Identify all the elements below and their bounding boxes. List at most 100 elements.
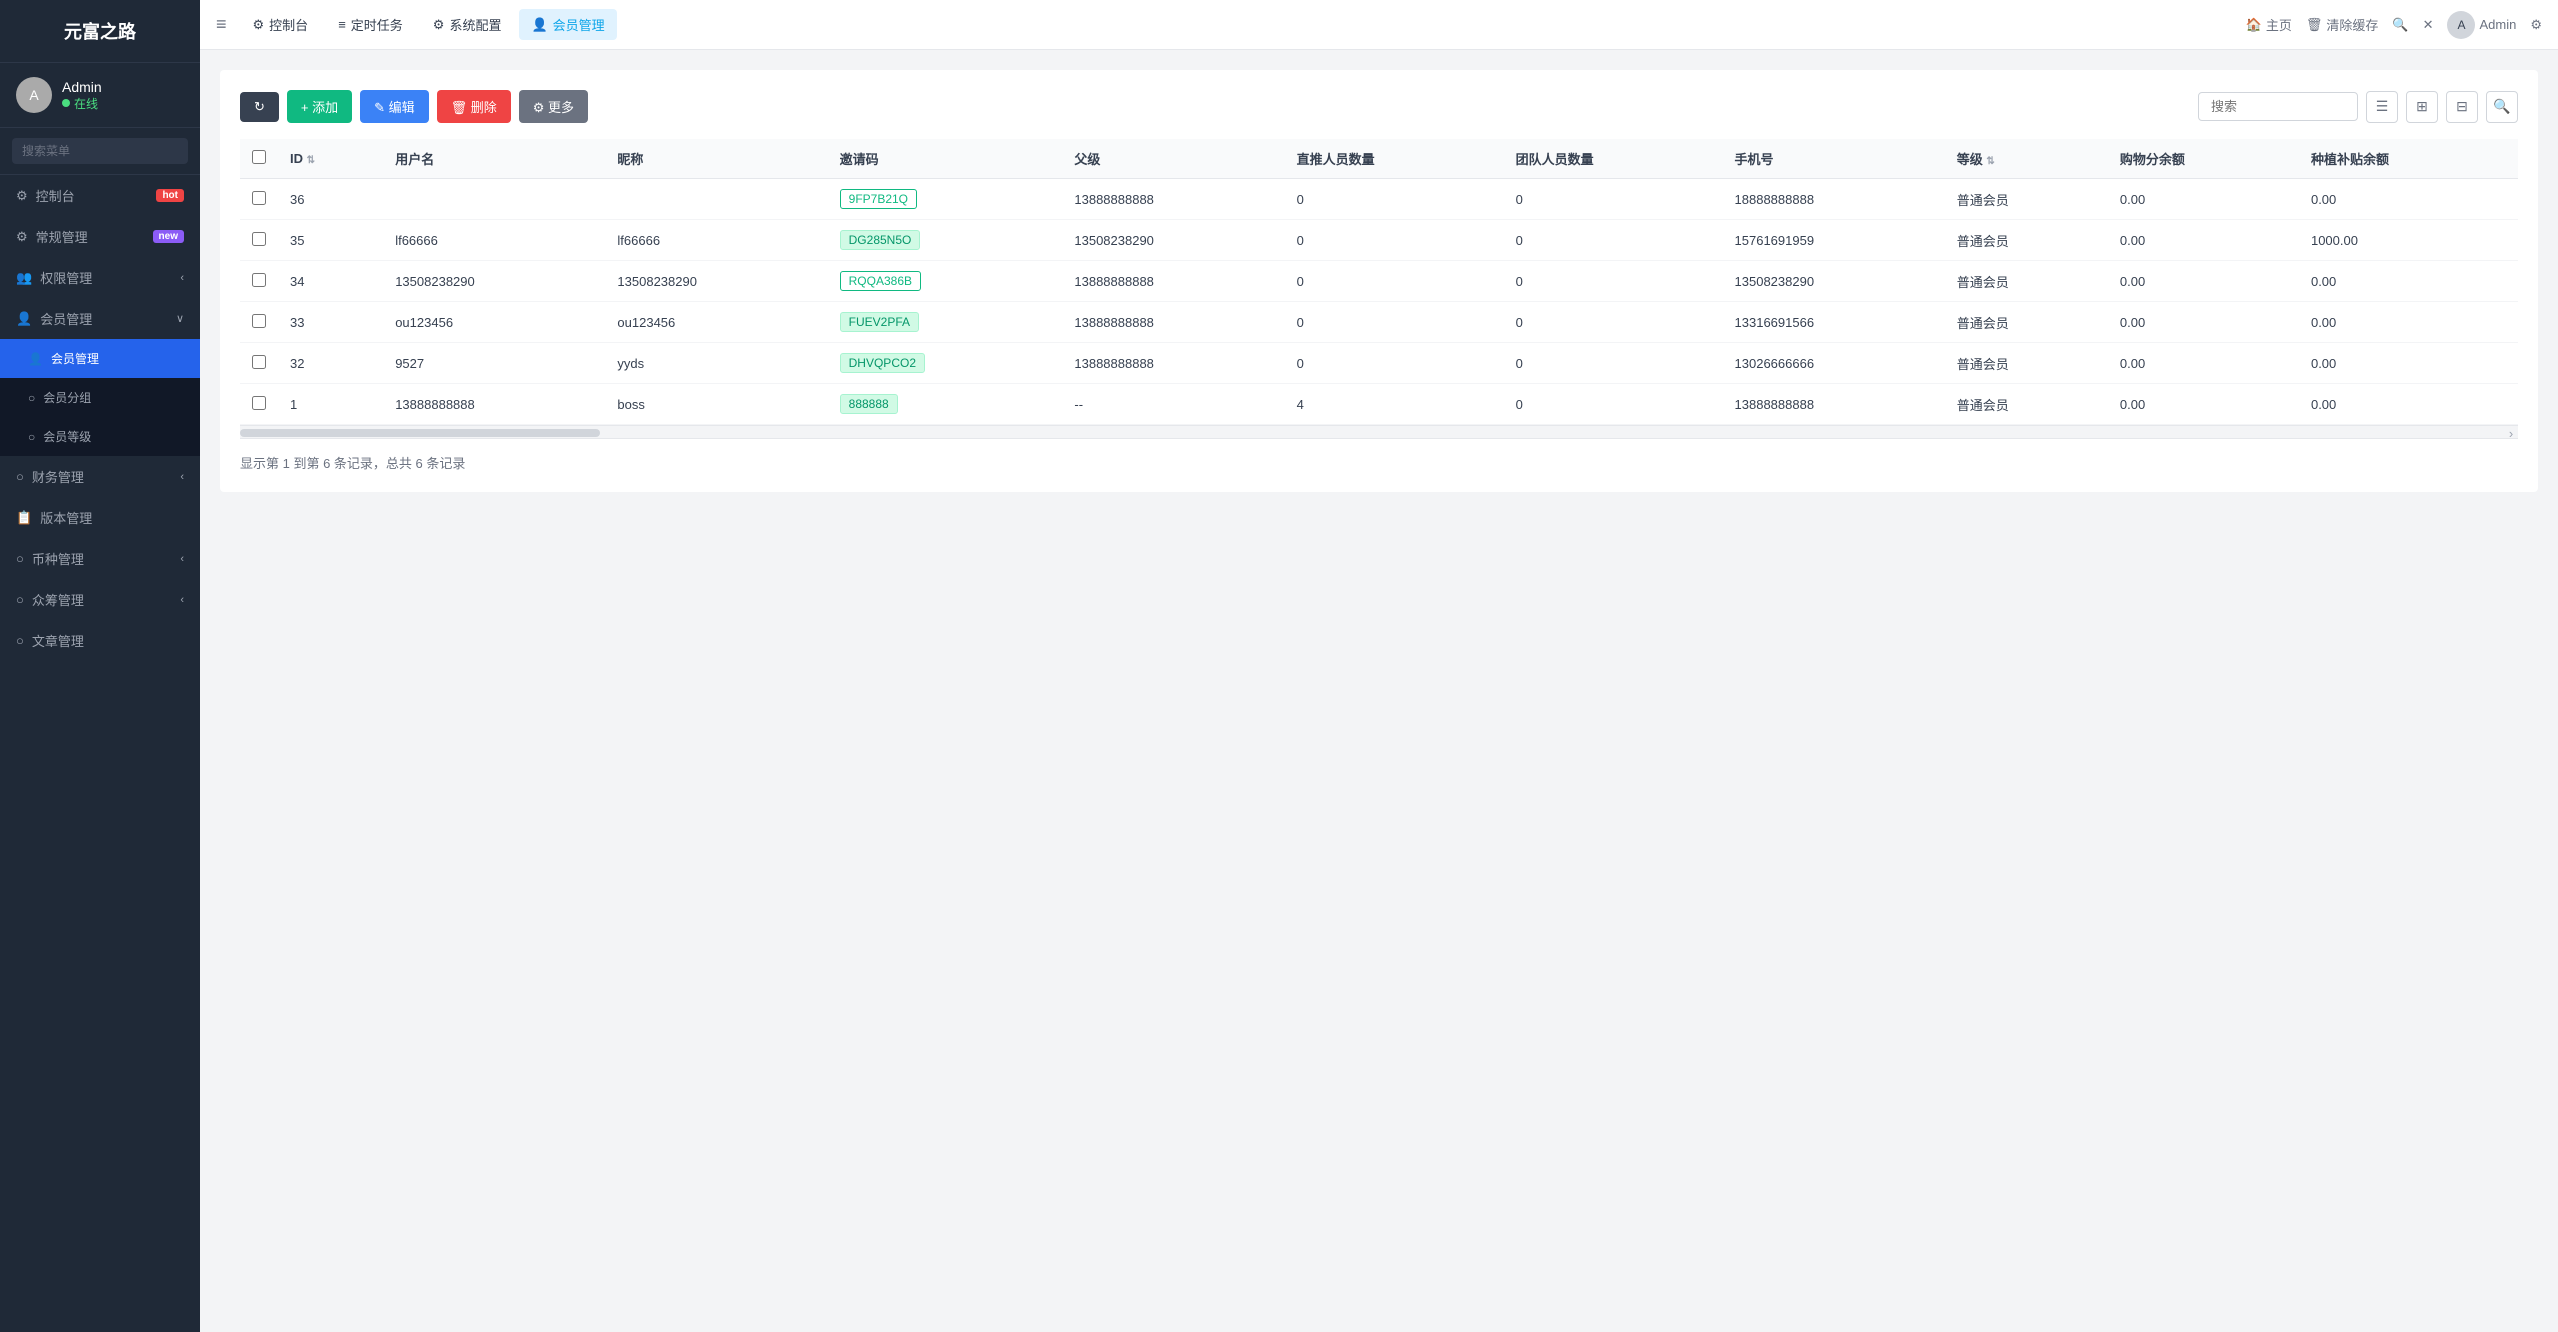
trash-icon: 🗑: [2306, 17, 2323, 33]
table-wrapper: ID ⇅ 用户名 昵称 邀请码 父级 直推人员数量 团队人员数量 手机号 等级 …: [240, 139, 2518, 439]
cell-phone: 15761691959: [1723, 220, 1945, 261]
cell-nickname: [605, 179, 827, 220]
cell-parent: 13888888888: [1062, 261, 1284, 302]
add-button[interactable]: + 添加: [287, 90, 352, 123]
sidebar-item-finance[interactable]: ○ 财务管理 ‹: [0, 456, 200, 497]
cell-plant-subsidy: 1000.00: [2299, 220, 2518, 261]
th-parent: 父级: [1062, 139, 1284, 179]
chevron-left-icon-currency: ‹: [180, 553, 184, 565]
sort-icon-id[interactable]: ⇅: [307, 155, 315, 166]
cell-plant-subsidy: 0.00: [2299, 343, 2518, 384]
select-all-checkbox[interactable]: [252, 150, 266, 164]
invite-code-badge: 888888: [840, 394, 898, 414]
cell-id: 36: [278, 179, 383, 220]
row-checkbox[interactable]: [252, 273, 266, 287]
cell-team-count: 0: [1504, 384, 1723, 425]
cell-parent: 13888888888: [1062, 302, 1284, 343]
edit-button[interactable]: ✎ 编辑: [360, 90, 429, 123]
settings-icon-btn[interactable]: ⚙: [2530, 17, 2542, 33]
table-view-icon[interactable]: ☰: [2366, 91, 2398, 123]
sysconfig-tab-icon: ⚙: [433, 17, 445, 33]
sidebar-item-general[interactable]: ⚙ 常规管理 new: [0, 216, 200, 257]
search-icon-btn[interactable]: 🔍: [2392, 17, 2408, 33]
sidebar-item-label: 财务管理: [32, 467, 84, 486]
home-label: 主页: [2266, 15, 2292, 34]
general-icon: ⚙: [16, 229, 28, 245]
home-icon: 🏠: [2246, 17, 2262, 33]
scroll-right-arrow[interactable]: ›: [2504, 426, 2518, 439]
horizontal-scrollbar[interactable]: ‹ ›: [240, 425, 2518, 439]
delete-button[interactable]: 🗑 删除: [437, 90, 511, 123]
version-icon: 📋: [16, 510, 32, 526]
cell-id: 1: [278, 384, 383, 425]
cell-id: 33: [278, 302, 383, 343]
column-filter-icon[interactable]: ⊟: [2446, 91, 2478, 123]
cell-username: 13508238290: [383, 261, 605, 302]
chevron-left-icon-finance: ‹: [180, 471, 184, 483]
cell-phone: 13888888888: [1723, 384, 1945, 425]
sidebar-item-label: 会员分组: [43, 389, 91, 406]
cell-parent: 13888888888: [1062, 343, 1284, 384]
home-link[interactable]: 🏠 主页: [2246, 15, 2292, 34]
main-area: ≡ ⚙ 控制台 ≡ 定时任务 ⚙ 系统配置 👤 会员管理 🏠 主页 🗑 清除缓存: [200, 0, 2558, 1332]
sidebar-item-label: 控制台: [36, 186, 75, 205]
article-icon: ○: [16, 633, 24, 648]
scheduled-tab-icon: ≡: [338, 17, 346, 32]
tab-dashboard[interactable]: ⚙ 控制台: [241, 9, 321, 40]
search-submit-icon[interactable]: 🔍: [2486, 91, 2518, 123]
more-button[interactable]: ⚙ 更多: [519, 90, 588, 123]
sidebar-item-member-group[interactable]: ○ 会员分组: [0, 378, 200, 417]
sidebar-item-label: 文章管理: [32, 631, 84, 650]
sidebar-item-permission[interactable]: 👥 权限管理 ‹: [0, 257, 200, 298]
sidebar-item-member-manage[interactable]: 👤 会员管理: [0, 339, 200, 378]
grid-view-icon[interactable]: ⊞: [2406, 91, 2438, 123]
tab-label: 控制台: [269, 15, 308, 34]
row-checkbox[interactable]: [252, 314, 266, 328]
th-team-count: 团队人员数量: [1504, 139, 1723, 179]
member-icon: 👤: [16, 311, 32, 327]
cell-phone: 13316691566: [1723, 302, 1945, 343]
sort-icon-level[interactable]: ⇅: [1986, 156, 1994, 167]
search-menu-input[interactable]: [12, 138, 188, 164]
cell-id: 32: [278, 343, 383, 384]
sidebar-item-version[interactable]: 📋 版本管理: [0, 497, 200, 538]
user-avatar: A: [2447, 11, 2475, 39]
refresh-button[interactable]: ↻: [240, 92, 279, 122]
member-manage-icon: 👤: [28, 352, 43, 366]
cell-parent: 13508238290: [1062, 220, 1284, 261]
sidebar-item-member-level[interactable]: ○ 会员等级: [0, 417, 200, 456]
invite-code-badge: DHVQPCO2: [840, 353, 925, 373]
sidebar-item-currency[interactable]: ○ 币种管理 ‹: [0, 538, 200, 579]
cell-level: 普通会员: [1945, 261, 2108, 302]
row-checkbox[interactable]: [252, 355, 266, 369]
sidebar-item-crowdfund[interactable]: ○ 众筹管理 ‹: [0, 579, 200, 620]
table-row: 35 lf66666 lf66666 DG285N5O 13508238290 …: [240, 220, 2518, 261]
menu-toggle-icon[interactable]: ≡: [216, 14, 227, 35]
cell-parent: 13888888888: [1062, 179, 1284, 220]
fullscreen-icon-btn[interactable]: ✕: [2423, 17, 2434, 33]
cell-invite-code: DHVQPCO2: [828, 343, 1063, 384]
sidebar-item-article[interactable]: ○ 文章管理: [0, 620, 200, 661]
clear-cache-link[interactable]: 🗑 清除缓存: [2306, 15, 2379, 34]
cell-level: 普通会员: [1945, 179, 2108, 220]
th-level: 等级 ⇅: [1945, 139, 2108, 179]
tab-sysconfig[interactable]: ⚙ 系统配置: [421, 9, 514, 40]
row-checkbox[interactable]: [252, 396, 266, 410]
topnav-avatar[interactable]: A Admin: [2447, 11, 2516, 39]
tab-label: 系统配置: [449, 15, 501, 34]
scrollbar-thumb[interactable]: [240, 429, 600, 437]
row-checkbox[interactable]: [252, 232, 266, 246]
search-input[interactable]: [2198, 92, 2358, 121]
tab-member[interactable]: 👤 会员管理: [519, 9, 616, 40]
sidebar-item-label: 会员等级: [43, 428, 91, 445]
tab-scheduled[interactable]: ≡ 定时任务: [326, 9, 415, 40]
cell-id: 34: [278, 261, 383, 302]
row-checkbox[interactable]: [252, 191, 266, 205]
cell-invite-code: 9FP7B21Q: [828, 179, 1063, 220]
tab-label: 定时任务: [351, 15, 403, 34]
member-level-icon: ○: [28, 430, 35, 444]
sidebar-item-dashboard[interactable]: ⚙ 控制台 hot: [0, 175, 200, 216]
sidebar-item-member-parent[interactable]: 👤 会员管理 ∨: [0, 298, 200, 339]
cell-invite-code: RQQA386B: [828, 261, 1063, 302]
cell-nickname: 13508238290: [605, 261, 827, 302]
